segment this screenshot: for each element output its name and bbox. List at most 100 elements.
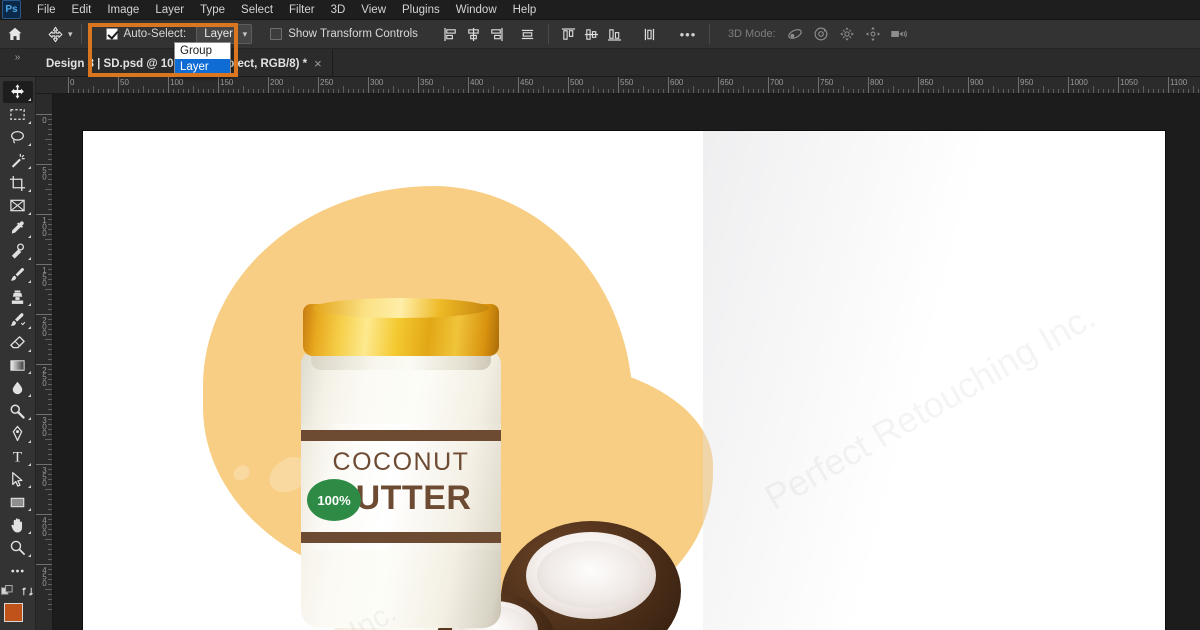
frame-tool[interactable] xyxy=(3,195,33,217)
ruler-minor-tick xyxy=(898,89,899,93)
slide-3d-icon[interactable] xyxy=(862,23,884,45)
more-options-button[interactable]: ••• xyxy=(675,23,701,45)
menu-item-type[interactable]: Type xyxy=(192,2,233,18)
path-selection-tool[interactable] xyxy=(3,469,33,491)
auto-select-dropdown-list[interactable]: Group Layer xyxy=(174,42,231,76)
edit-toolbar-button[interactable] xyxy=(3,560,33,582)
pan-3d-icon[interactable] xyxy=(836,23,858,45)
orbit-3d-icon[interactable] xyxy=(784,23,806,45)
gradient-tool[interactable] xyxy=(3,355,33,377)
ruler-minor-tick xyxy=(48,429,52,430)
align-top-edges-icon[interactable] xyxy=(558,23,580,45)
menu-item-view[interactable]: View xyxy=(353,2,394,18)
menu-item-plugins[interactable]: Plugins xyxy=(394,2,448,18)
swap-colors-icon[interactable] xyxy=(21,585,34,598)
crop-tool[interactable] xyxy=(3,172,33,194)
menu-item-filter[interactable]: Filter xyxy=(281,2,323,18)
menu-item-edit[interactable]: Edit xyxy=(64,2,100,18)
ruler-minor-tick xyxy=(1138,89,1139,93)
camera-3d-icon[interactable] xyxy=(888,23,910,45)
ruler-minor-tick xyxy=(48,529,52,530)
ruler-minor-tick xyxy=(863,89,864,93)
horizontal-ruler[interactable]: 0 50 100 150 200 250 300 350 400 450 500 550 600 650 7… xyxy=(36,77,1200,94)
align-vertical-centers-icon[interactable] xyxy=(581,23,603,45)
spot-healing-brush-tool[interactable] xyxy=(3,241,33,263)
ruler-minor-tick xyxy=(988,89,989,93)
menu-item-select[interactable]: Select xyxy=(233,2,281,18)
rectangle-tool[interactable] xyxy=(3,491,33,513)
ruler-minor-tick xyxy=(1183,89,1184,93)
color-mode-icons xyxy=(1,584,34,598)
dropdown-option-layer[interactable]: Layer xyxy=(175,59,230,75)
type-tool[interactable]: T xyxy=(3,446,33,468)
hand-tool[interactable] xyxy=(3,514,33,536)
ruler-minor-tick xyxy=(338,89,339,93)
tool-corner-indicator xyxy=(27,280,31,284)
eyedropper-tool[interactable] xyxy=(3,218,33,240)
ruler-minor-tick xyxy=(48,454,52,455)
ruler-minor-tick xyxy=(243,86,244,93)
ruler-minor-tick xyxy=(48,284,52,285)
distribute-vertically-icon[interactable] xyxy=(639,23,661,45)
zoom-tool[interactable] xyxy=(3,537,33,559)
ruler-minor-tick xyxy=(213,89,214,93)
ruler-minor-tick xyxy=(48,469,52,470)
default-colors-icon[interactable] xyxy=(1,584,14,598)
roll-3d-icon[interactable] xyxy=(810,23,832,45)
menu-item-help[interactable]: Help xyxy=(505,2,545,18)
ruler-minor-tick xyxy=(1078,89,1079,93)
menu-item-image[interactable]: Image xyxy=(99,2,147,18)
ruler-minor-tick xyxy=(48,129,52,130)
align-bottom-edges-icon[interactable] xyxy=(604,23,626,45)
rectangular-marquee-tool[interactable] xyxy=(3,104,33,126)
brush-tool[interactable] xyxy=(3,263,33,285)
ruler-minor-tick xyxy=(48,134,52,135)
ruler-tick xyxy=(918,77,919,93)
clone-stamp-tool[interactable] xyxy=(3,286,33,308)
ruler-minor-tick xyxy=(793,86,794,93)
expand-panels-icon[interactable]: » xyxy=(0,49,34,76)
menu-item-window[interactable]: Window xyxy=(448,2,505,18)
ruler-minor-tick xyxy=(833,89,834,93)
eraser-tool[interactable] xyxy=(3,332,33,354)
foreground-color-swatch[interactable] xyxy=(3,602,23,622)
ruler-tick xyxy=(618,77,619,93)
ruler-minor-tick xyxy=(478,89,479,93)
ruler-minor-tick xyxy=(45,389,52,390)
current-tool-selector[interactable]: ▾ xyxy=(44,23,73,45)
magic-wand-tool[interactable] xyxy=(3,149,33,171)
color-swatches[interactable] xyxy=(3,602,33,630)
ruler-minor-tick xyxy=(48,259,52,260)
ruler-minor-tick xyxy=(48,584,52,585)
distribute-horizontally-icon[interactable] xyxy=(517,23,539,45)
ruler-tick xyxy=(818,77,819,93)
ruler-minor-tick xyxy=(683,89,684,93)
align-left-edges-icon[interactable] xyxy=(440,23,462,45)
document-canvas[interactable]: COCONUT BUTTER 100% Perfect Retouching I… xyxy=(83,131,1165,630)
ruler-minor-tick xyxy=(48,549,52,550)
menu-item-3d[interactable]: 3D xyxy=(323,2,354,18)
vertical-ruler[interactable]: 0 50 100 150 200 250 300 350 400 450 xyxy=(36,94,53,630)
ruler-minor-tick xyxy=(808,89,809,93)
ruler-minor-tick xyxy=(688,89,689,93)
ruler-minor-tick xyxy=(48,409,52,410)
auto-select-checkbox[interactable] xyxy=(105,28,118,40)
pen-tool[interactable] xyxy=(3,423,33,445)
ruler-minor-tick xyxy=(133,89,134,93)
dodge-tool[interactable] xyxy=(3,400,33,422)
align-right-edges-icon[interactable] xyxy=(486,23,508,45)
menu-item-file[interactable]: File xyxy=(29,2,64,18)
menu-item-layer[interactable]: Layer xyxy=(147,2,192,18)
dropdown-option-group[interactable]: Group xyxy=(175,43,230,59)
canvas-area[interactable]: COCONUT BUTTER 100% Perfect Retouching I… xyxy=(53,94,1200,630)
close-icon[interactable]: × xyxy=(314,57,322,70)
align-horizontal-centers-icon[interactable] xyxy=(463,23,485,45)
show-transform-controls-checkbox[interactable] xyxy=(270,28,283,40)
ruler-minor-tick xyxy=(528,89,529,93)
home-icon[interactable] xyxy=(0,20,30,48)
auto-select-target-dropdown[interactable]: Layer ▾ xyxy=(196,24,253,44)
lasso-tool[interactable] xyxy=(3,127,33,149)
history-brush-tool[interactable] xyxy=(3,309,33,331)
blur-tool[interactable] xyxy=(3,377,33,399)
move-tool[interactable] xyxy=(2,81,33,103)
